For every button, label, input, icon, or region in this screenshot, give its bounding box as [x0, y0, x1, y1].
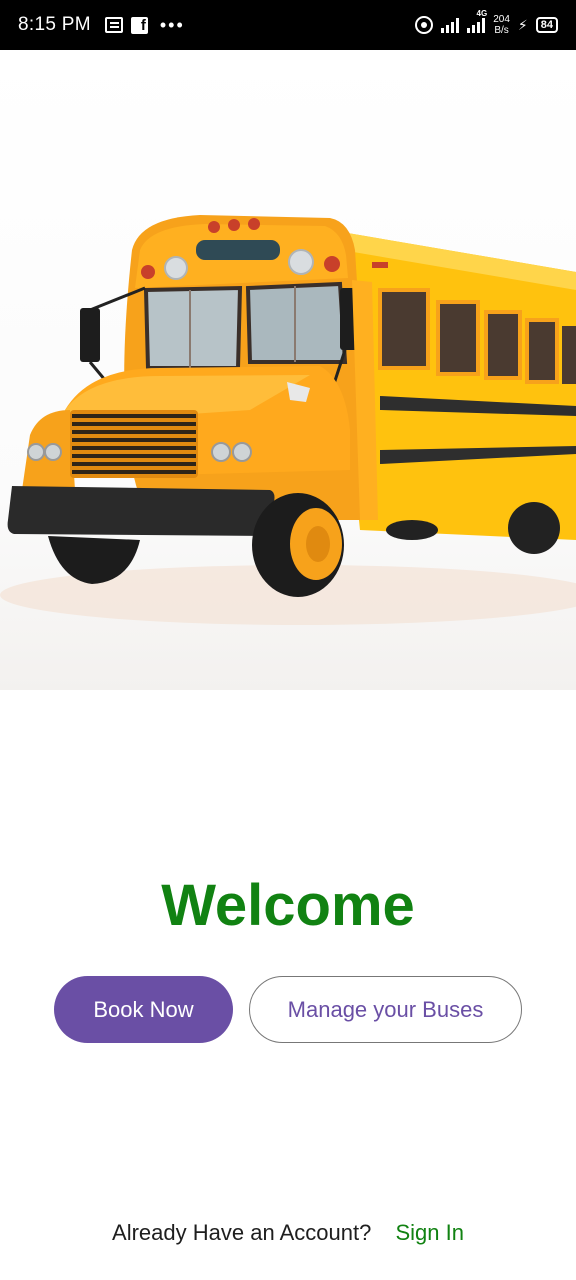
network-type: 4G [476, 9, 488, 18]
signal-icon [441, 17, 460, 33]
speed-value: 204 [493, 14, 510, 25]
hotspot-icon [415, 16, 434, 34]
status-time: 8:15 PM [18, 14, 91, 35]
charging-icon: ⚡ [517, 16, 528, 33]
signal-4g-icon: 4G [467, 9, 487, 33]
account-prompt-row: Already Have an Account? Sign In [0, 1220, 576, 1246]
more-notifications-icon: ••• [159, 14, 185, 35]
app-screen: 8:15 PM f ••• 4G 204 B/s ⚡ 84 Welcome Bo… [0, 0, 576, 1280]
welcome-title: Welcome [161, 873, 415, 938]
facebook-icon: f [130, 16, 148, 34]
account-prompt-text: Already Have an Account? [112, 1220, 372, 1245]
status-bar: 8:15 PM f ••• 4G 204 B/s ⚡ 84 [0, 0, 576, 50]
speed-unit: B/s [494, 25, 509, 36]
battery-level: 84 [535, 17, 558, 33]
system-icons: 4G 204 B/s ⚡ 84 [415, 9, 558, 36]
book-now-button[interactable]: Book Now [54, 976, 233, 1043]
news-icon [104, 17, 123, 33]
hero-image [0, 50, 576, 690]
notification-icons: f ••• [104, 14, 185, 36]
manage-buses-button[interactable]: Manage your Buses [249, 976, 522, 1043]
network-speed: 204 B/s [493, 14, 510, 36]
sign-in-link[interactable]: Sign In [395, 1220, 464, 1245]
school-bus-illustration [0, 215, 576, 625]
